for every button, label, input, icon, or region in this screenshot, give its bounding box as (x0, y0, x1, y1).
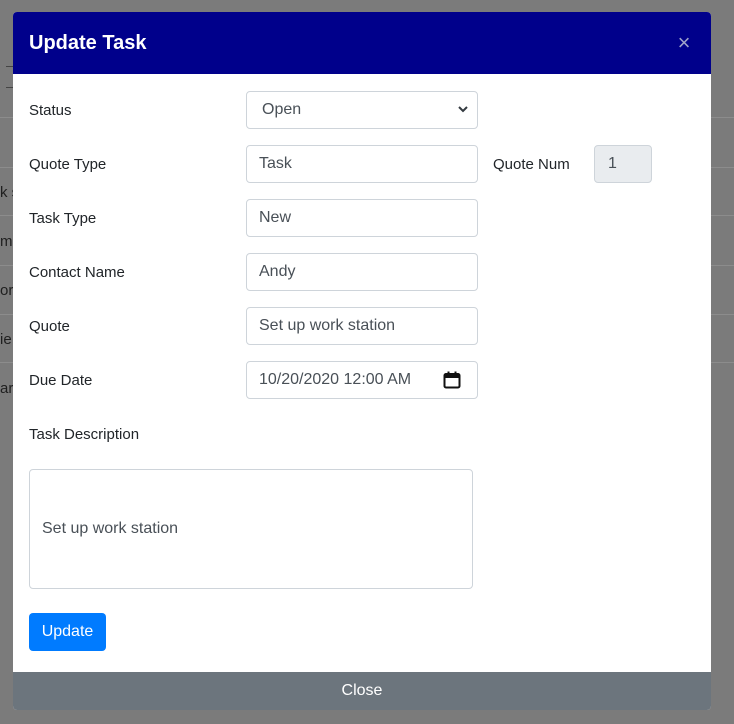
background-text: m (0, 233, 13, 250)
modal-title: Update Task (29, 31, 147, 54)
task-description-label: Task Description (29, 426, 140, 443)
quote-value: Set up work station (259, 317, 396, 334)
task-description-value: Set up work station (42, 520, 179, 537)
status-value: Open (262, 101, 302, 118)
due-date-value: 10/20/2020 12:00 AM (259, 371, 412, 388)
close-button[interactable]: Close (13, 672, 711, 710)
background-text: ie (0, 331, 12, 348)
background-text: ar (0, 380, 14, 397)
contact-name-label: Contact Name (29, 264, 125, 281)
quote-type-input[interactable]: Task (246, 145, 478, 183)
due-date-input[interactable]: 10/20/2020 12:00 AM (246, 361, 478, 399)
status-label: Status (29, 102, 72, 119)
modal-body: Status Open Quote Type Task Quote Num 1 … (13, 74, 711, 672)
task-type-label: Task Type (29, 210, 97, 227)
background-text: or (0, 282, 14, 299)
quote-num-label: Quote Num (493, 156, 570, 173)
task-type-value: New (259, 209, 292, 226)
update-task-modal: Update Task × Status Open Quote Type Tas… (13, 12, 711, 710)
quote-label: Quote (29, 318, 70, 335)
close-icon[interactable]: × (673, 32, 695, 54)
status-select[interactable]: Open (246, 91, 478, 129)
update-button[interactable]: Update (29, 613, 106, 651)
quote-num-input[interactable]: 1 (594, 145, 652, 183)
modal-header: Update Task × (13, 12, 711, 74)
quote-num-value: 1 (608, 155, 617, 172)
chevron-down-icon (458, 106, 468, 113)
quote-input[interactable]: Set up work station (246, 307, 478, 345)
quote-type-value: Task (259, 155, 292, 172)
quote-type-label: Quote Type (29, 156, 107, 173)
task-description-textarea[interactable]: Set up work station (29, 469, 473, 589)
contact-name-input[interactable]: Andy (246, 253, 478, 291)
calendar-icon[interactable] (443, 371, 461, 389)
task-type-input[interactable]: New (246, 199, 478, 237)
due-date-label: Due Date (29, 372, 93, 389)
contact-name-value: Andy (259, 263, 296, 280)
